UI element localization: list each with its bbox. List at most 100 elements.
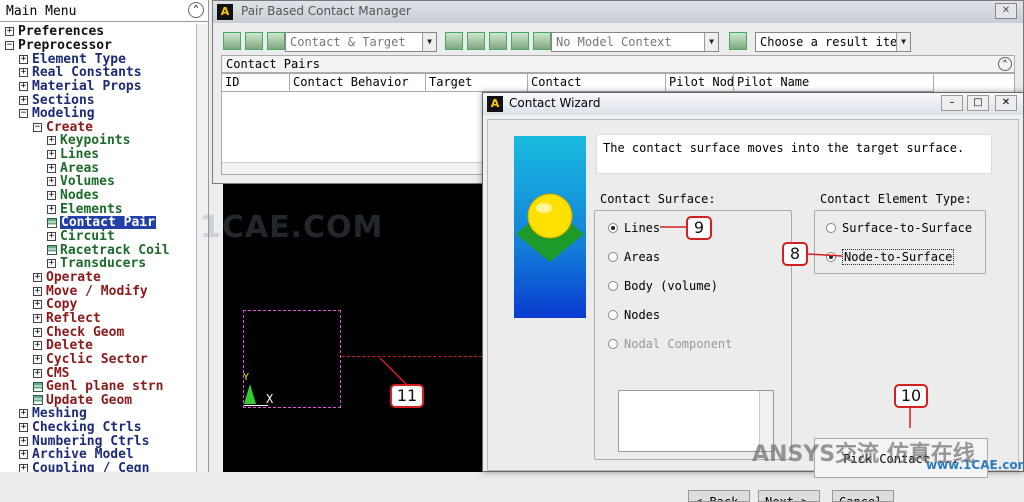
expand-node-icon[interactable]: + — [19, 423, 28, 433]
tree-item[interactable]: + Operate — [33, 271, 101, 285]
tree-item[interactable]: + Nodes — [47, 189, 99, 203]
expand-node-icon[interactable]: + — [33, 313, 42, 323]
tree-item[interactable]: + Keypoints — [47, 134, 130, 148]
expand-node-icon[interactable]: + — [19, 95, 28, 105]
grid-icon[interactable] — [533, 32, 551, 50]
expand-node-icon[interactable]: + — [47, 232, 56, 242]
tree-item[interactable]: + Checking Ctrls — [19, 421, 142, 435]
tree-item[interactable]: + Delete — [33, 339, 93, 353]
expand-node-icon[interactable]: + — [5, 27, 14, 37]
expand-node-icon[interactable]: + — [33, 300, 42, 310]
expand-node-icon[interactable]: + — [19, 54, 28, 64]
minimize-icon[interactable]: – — [941, 95, 963, 111]
main-menu-scrollbar[interactable] — [196, 24, 208, 472]
close-icon[interactable]: ✕ — [995, 3, 1017, 19]
expand-node-icon[interactable]: + — [47, 204, 56, 214]
expand-node-icon[interactable]: + — [47, 136, 56, 146]
expand-node-icon[interactable]: + — [33, 354, 42, 364]
chevron-down-icon[interactable]: ▼ — [704, 33, 718, 51]
expand-node-icon[interactable]: + — [33, 272, 42, 282]
expand-node-icon[interactable]: + — [47, 150, 56, 160]
tree-item[interactable]: + Circuit — [47, 230, 115, 244]
tree-item[interactable]: Contact Pair — [47, 216, 156, 230]
column-header-pilot-name[interactable]: Pilot Name — [734, 74, 934, 92]
column-header-target[interactable]: Target — [426, 74, 528, 92]
tree-item[interactable]: + Preferences — [5, 25, 104, 39]
tree-item[interactable]: + Material Props — [19, 80, 142, 94]
cancel-button[interactable]: Cancel — [832, 490, 894, 502]
tree-item[interactable]: + Reflect — [33, 312, 101, 326]
chevron-down-icon[interactable]: ▼ — [896, 33, 910, 51]
contact-surface-option[interactable]: Lines — [608, 221, 660, 235]
expand-node-icon[interactable]: + — [19, 81, 28, 91]
close-icon[interactable]: ✕ — [995, 95, 1017, 111]
contact-surface-option[interactable]: Body (volume) — [608, 279, 718, 293]
chevron-down-icon[interactable]: ▼ — [422, 33, 436, 51]
tree-item[interactable]: + Element Type — [19, 52, 126, 66]
column-header-contact-behavior[interactable]: Contact Behavior — [290, 74, 426, 92]
column-header-pilot-node[interactable]: Pilot Node — [666, 74, 734, 92]
results-icon[interactable] — [729, 32, 747, 50]
command-icon[interactable] — [33, 395, 43, 406]
tree-item[interactable]: + Coupling / Ceqn — [19, 462, 149, 472]
tree-item[interactable]: − Modeling — [19, 107, 95, 121]
collapse-node-icon[interactable]: − — [33, 122, 42, 132]
radio-icon[interactable] — [826, 223, 836, 233]
expand-node-icon[interactable]: + — [19, 436, 28, 446]
model-context-select[interactable]: No Model Context ▼ — [551, 32, 719, 52]
tree-item[interactable]: + Cyclic Sector — [33, 353, 148, 367]
contact-surface-option[interactable]: Areas — [608, 250, 660, 264]
expand-node-icon[interactable]: + — [19, 450, 28, 460]
tree-item[interactable]: + Move / Modify — [33, 284, 148, 298]
wizard-title-bar[interactable]: A Contact Wizard – □ ✕ — [483, 93, 1023, 115]
expand-node-icon[interactable]: + — [33, 286, 42, 296]
contact-target-select[interactable]: Contact & Target ▼ — [285, 32, 437, 52]
tree-item[interactable]: + Elements — [47, 202, 123, 216]
settings-icon[interactable] — [489, 32, 507, 50]
column-header-id[interactable]: ID — [222, 74, 290, 92]
check-icon[interactable] — [445, 32, 463, 50]
column-header-contact[interactable]: Contact — [528, 74, 666, 92]
element-type-option[interactable]: Node-to-Surface — [826, 249, 955, 265]
tree-item[interactable]: + Meshing — [19, 407, 87, 421]
radio-icon[interactable] — [608, 310, 618, 320]
tree-item[interactable]: − Create — [33, 121, 93, 135]
command-icon[interactable] — [33, 381, 43, 392]
pbcm-title-bar[interactable]: A Pair Based Contact Manager ✕ — [213, 1, 1023, 23]
tree-item[interactable]: + Transducers — [47, 257, 146, 271]
delete-icon[interactable] — [267, 32, 285, 50]
contact-surface-option[interactable]: Nodes — [608, 308, 660, 322]
collapse-icon[interactable]: ⌃ — [188, 2, 204, 18]
tree-item[interactable]: + Copy — [33, 298, 77, 312]
tree-item[interactable]: + Real Constants — [19, 66, 142, 80]
tree-item[interactable]: + Archive Model — [19, 448, 134, 462]
flip-icon[interactable] — [467, 32, 485, 50]
element-type-option[interactable]: Surface-to-Surface — [826, 221, 972, 235]
collapse-node-icon[interactable]: − — [5, 40, 14, 50]
expand-node-icon[interactable]: + — [47, 259, 56, 269]
view-icon[interactable] — [511, 32, 529, 50]
tree-item[interactable]: Update Geom — [33, 394, 132, 408]
tree-item[interactable]: + Volumes — [47, 175, 115, 189]
expand-node-icon[interactable]: + — [47, 191, 56, 201]
tree-item[interactable]: + Numbering Ctrls — [19, 435, 149, 449]
radio-icon[interactable] — [608, 252, 618, 262]
expand-node-icon[interactable]: + — [33, 368, 42, 378]
collapse-icon[interactable]: ⌃ — [998, 57, 1012, 71]
tree-item[interactable]: − Preprocessor — [5, 39, 112, 53]
next-button[interactable]: Next > — [758, 490, 820, 502]
expand-node-icon[interactable]: + — [33, 341, 42, 351]
command-icon[interactable] — [47, 245, 57, 256]
expand-node-icon[interactable]: + — [19, 409, 28, 419]
radio-icon[interactable] — [826, 252, 836, 262]
tree-item[interactable]: + Sections — [19, 93, 95, 107]
tree-item[interactable]: Racetrack Coil — [47, 243, 170, 257]
back-button[interactable]: < Back — [688, 490, 750, 502]
expand-node-icon[interactable]: + — [19, 464, 28, 472]
tree-item[interactable]: + Areas — [47, 162, 99, 176]
expand-node-icon[interactable]: + — [19, 68, 28, 78]
maximize-icon[interactable]: □ — [967, 95, 989, 111]
tree-item[interactable]: + Lines — [47, 148, 99, 162]
plot-icon[interactable] — [245, 32, 263, 50]
command-icon[interactable] — [47, 217, 57, 228]
